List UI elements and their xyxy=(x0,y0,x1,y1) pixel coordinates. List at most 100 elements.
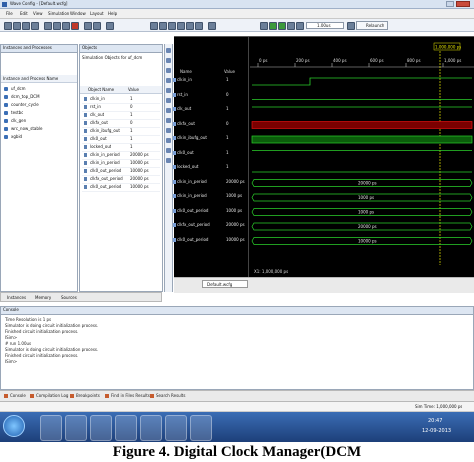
object-row[interactable]: clk0_out_period 10000 ps xyxy=(82,184,160,192)
run-icon[interactable] xyxy=(278,22,286,30)
run-all-icon[interactable] xyxy=(269,22,277,30)
cursor-icon[interactable] xyxy=(166,78,171,83)
relaunch-button[interactable]: Relaunch xyxy=(356,21,388,30)
object-row[interactable]: clkfx_out_period 20000 ps xyxy=(82,176,160,184)
zoom-in-icon[interactable] xyxy=(150,22,158,30)
taskbar-word-doc-icon[interactable] xyxy=(140,415,162,441)
tab-console[interactable]: Console xyxy=(4,393,26,400)
instance-row[interactable]: dcm_top_DCM xyxy=(4,94,76,100)
taskbar-app-icon[interactable] xyxy=(115,415,137,441)
menu-window[interactable]: Window xyxy=(70,11,86,17)
signal-name[interactable]: clkfx_out xyxy=(177,121,195,126)
tab-compilation-log-label: Compilation Log xyxy=(36,393,69,398)
instance-row[interactable]: clk_gen xyxy=(4,118,76,124)
object-row[interactable]: clkin_ibufg_out 1 xyxy=(82,128,160,136)
signal-name[interactable]: clkin_in xyxy=(177,77,192,82)
signal-name[interactable]: clk0_out_period xyxy=(177,237,208,242)
menu-layout[interactable]: Layout xyxy=(90,11,104,17)
object-row[interactable]: clkin_in 1 xyxy=(82,96,160,104)
restart-icon[interactable] xyxy=(260,22,268,30)
signal-name[interactable]: clk0_out_period xyxy=(177,208,208,213)
undo-icon[interactable] xyxy=(84,22,92,30)
snap-icon[interactable] xyxy=(166,148,171,153)
tab-find-in-files[interactable]: Find in Files Results xyxy=(105,393,150,400)
swap-cursors-icon[interactable] xyxy=(166,138,171,143)
time-input[interactable]: 1.00us xyxy=(306,22,344,29)
timer-icon[interactable] xyxy=(347,22,355,30)
instance-row[interactable]: uf_dcm xyxy=(4,86,76,92)
wave-icon[interactable] xyxy=(208,22,216,30)
zoom-out-icon[interactable] xyxy=(159,22,167,30)
signal-name[interactable]: rst_in xyxy=(177,92,188,97)
signal-name[interactable]: locked_out xyxy=(177,164,198,169)
pause-icon[interactable] xyxy=(296,22,304,30)
menu-help[interactable]: Help xyxy=(108,11,117,17)
time-tick-label: 400 ps xyxy=(333,58,347,63)
save-icon[interactable] xyxy=(22,22,30,30)
object-row[interactable]: clk_out 1 xyxy=(82,112,160,120)
zoom-fit-icon[interactable] xyxy=(166,68,171,73)
prev-edge-icon[interactable] xyxy=(166,88,171,93)
menu-simulation[interactable]: Simulation xyxy=(48,11,69,17)
copy-icon[interactable] xyxy=(53,22,61,30)
object-row[interactable]: clkin_in_period 20000 ps xyxy=(82,152,160,160)
taskbar-word-icon[interactable] xyxy=(90,415,112,441)
swap-icon[interactable] xyxy=(195,22,203,30)
new-file-icon[interactable] xyxy=(4,22,12,30)
taskbar-word-doc2-icon[interactable] xyxy=(190,415,212,441)
menu-file[interactable]: File xyxy=(6,11,13,17)
delete-icon[interactable] xyxy=(71,22,79,30)
menu-view[interactable]: View xyxy=(33,11,43,17)
tab-memory[interactable]: Memory xyxy=(35,295,51,301)
instance-row[interactable]: wrc_now_stable xyxy=(4,126,76,132)
object-row[interactable]: locked_out 1 xyxy=(82,144,160,152)
tab-instances[interactable]: Instances xyxy=(7,295,26,301)
tab-search-results[interactable]: Search Results xyxy=(150,393,185,400)
instance-row[interactable]: xgbid xyxy=(4,134,76,140)
redo-icon[interactable] xyxy=(93,22,101,30)
find-icon[interactable] xyxy=(106,22,114,30)
taskbar-explorer-icon[interactable] xyxy=(40,415,62,441)
tab-default-wcfg[interactable]: Default.wcfg xyxy=(202,280,248,288)
taskbar-isim-icon[interactable] xyxy=(165,415,187,441)
instance-row[interactable]: counter_cycle xyxy=(4,102,76,108)
close-button[interactable] xyxy=(456,1,470,7)
tab-sources[interactable]: Sources xyxy=(61,295,77,301)
instances-header: Instances and Processes xyxy=(1,45,77,53)
paste-icon[interactable] xyxy=(62,22,70,30)
menu-edit[interactable]: Edit xyxy=(20,11,28,17)
add-marker-icon[interactable] xyxy=(166,108,171,113)
object-row[interactable]: clk0_out_period 10000 ps xyxy=(82,168,160,176)
signal-name[interactable]: clk_out xyxy=(177,106,191,111)
start-button[interactable] xyxy=(3,415,25,437)
next-edge-icon[interactable] xyxy=(166,98,171,103)
object-value: 10000 ps xyxy=(130,184,149,189)
object-row[interactable]: clkin_in_period 10000 ps xyxy=(82,160,160,168)
signal-name[interactable]: clkin_in_period xyxy=(177,179,207,184)
zoom-fit-icon[interactable] xyxy=(168,22,176,30)
signal-name[interactable]: clkfx_out_period xyxy=(177,222,210,227)
instance-row[interactable]: testbc xyxy=(4,110,76,116)
window-title: Wave Config - [Default.wcfg] xyxy=(10,1,68,6)
object-row[interactable]: rst_in 0 xyxy=(82,104,160,112)
signal-name[interactable]: clkin_ibufg_out xyxy=(177,135,207,140)
open-icon[interactable] xyxy=(13,22,21,30)
next-marker-icon[interactable] xyxy=(166,128,171,133)
tab-compilation-log[interactable]: Compilation Log xyxy=(30,393,68,400)
minimize-button[interactable] xyxy=(446,1,454,7)
tab-breakpoints[interactable]: Breakpoints xyxy=(70,393,100,400)
object-row[interactable]: clk0_out 1 xyxy=(82,136,160,144)
floating-ruler-icon[interactable] xyxy=(166,158,171,163)
signal-name[interactable]: clk0_out xyxy=(177,150,194,155)
prev-marker-icon[interactable] xyxy=(166,118,171,123)
step-icon[interactable] xyxy=(287,22,295,30)
signal-name[interactable]: clkin_in_period xyxy=(177,193,207,198)
marker-icon[interactable] xyxy=(186,22,194,30)
zoom-in-icon[interactable] xyxy=(166,48,171,53)
zoom-out-icon[interactable] xyxy=(166,58,171,63)
print-icon[interactable] xyxy=(31,22,39,30)
object-row[interactable]: clkfx_out 0 xyxy=(82,120,160,128)
cut-icon[interactable] xyxy=(44,22,52,30)
taskbar-media-icon[interactable] xyxy=(65,415,87,441)
cursor-icon[interactable] xyxy=(177,22,185,30)
